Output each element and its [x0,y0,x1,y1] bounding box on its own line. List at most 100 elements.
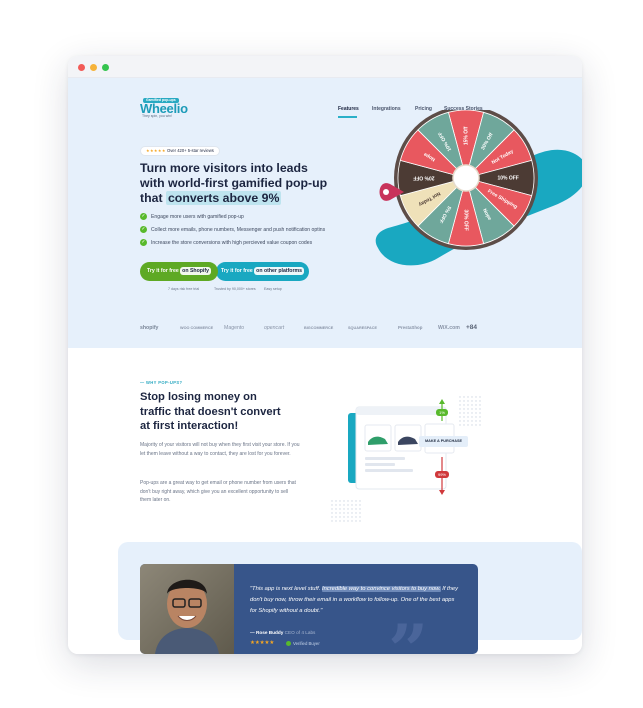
grid-dot [471,416,473,418]
grid-dot [475,412,477,414]
grid-dot [355,516,357,518]
grid-dot [359,516,361,518]
trust-trial: 7 days risk free trial [168,287,200,291]
author-name: — Rose Buddy [250,630,284,635]
grid-dot [463,396,465,398]
avatar [155,579,219,654]
customer-photo [140,564,234,654]
wheel-pointer-dot [383,189,389,195]
grid-dot [339,500,341,502]
grid-dot [347,516,349,518]
quote-mark-icon: ” [388,609,429,655]
testimonial-stars: ★★★★★ [250,640,275,646]
grid-dot [335,516,337,518]
grid-dot [351,516,353,518]
grid-dot [467,404,469,406]
placeholder-line [365,457,405,460]
nav-features[interactable]: Features [338,106,359,112]
close-window-dot[interactable] [78,64,85,71]
platform-wix: WiX.com [438,325,460,331]
grid-dot [471,420,473,422]
verified-check-icon [286,641,291,647]
browser-mock-bar [356,407,446,415]
grid-dot [479,400,481,402]
hero-headline: Turn more visitors into leads with world… [140,161,340,206]
grid-dot [471,424,473,426]
headline-line-3: that [140,191,163,205]
grid-dot [463,400,465,402]
grid-dot [343,500,345,502]
make-purchase-tag: MAKE A PURCHASE [419,436,468,447]
grid-dot [355,512,357,514]
grid-dot [347,504,349,506]
browser-chrome [68,56,582,78]
grid-dot [459,420,461,422]
grid-dot [471,408,473,410]
trust-stores: Trusted by 90,000+ stores [214,287,256,291]
platform-prestashop: PrestaShop [398,325,423,330]
grid-dot [331,520,333,522]
minimize-window-dot[interactable] [90,64,97,71]
wheel-segment-label: 30% OFF [463,209,469,230]
try-shopify-button[interactable]: Try it for free on Shopify [140,262,218,281]
headline-line-1: Turn more visitors into leads [140,161,308,175]
grid-dot [347,500,349,502]
try-other-platforms-button[interactable]: Try it for free on other platforms [216,262,309,281]
grid-dot [343,520,345,522]
grid-dot [467,420,469,422]
grid-dot [479,416,481,418]
why-popups-section: — WHY POP-UPS? Stop losing money on traf… [68,348,582,654]
grid-dot [459,424,461,426]
grid-dot [475,396,477,398]
grid-dot [459,408,461,410]
verified-badge: Verified Buyer [286,641,320,647]
grid-dot [355,508,357,510]
maximize-window-dot[interactable] [102,64,109,71]
grid-dot [335,504,337,506]
grid-dot [359,508,361,510]
section-paragraph-1: Majority of your visitors will not buy w… [140,442,300,457]
quote-highlight: Incredible way to convince visitors to b… [322,586,441,592]
grid-dot [467,400,469,402]
grid-dot [475,424,477,426]
wheel-segment-label: 15% Off [463,126,469,145]
pct-up-text: 1% [439,410,445,415]
check-icon: ✓ [140,213,147,220]
grid-dot [479,408,481,410]
grid-dot [463,404,465,406]
platform-shopify: shopify [140,325,159,331]
platforms-more-count: +84 [466,324,478,331]
browser-window: Gamified pop-ups Wheelio They spin, you … [68,56,582,654]
check-icon: ✓ [140,239,147,246]
grid-dot [479,396,481,398]
grid-dot [475,416,477,418]
trust-setup: Easy setup [264,287,282,291]
grid-dot [331,504,333,506]
grid-dot [459,412,461,414]
grid-dot [463,412,465,414]
grid-dot [343,516,345,518]
grid-dot [471,396,473,398]
grid-dot [351,512,353,514]
logo[interactable]: Gamified pop-ups Wheelio They spin, you … [140,98,192,118]
grid-dot [479,404,481,406]
grid-dot [463,408,465,410]
purchase-flow-illustration: 1% 99% [331,396,481,522]
grid-dot [351,508,353,510]
grid-dot [331,508,333,510]
grid-dot [355,520,357,522]
grid-dot [467,408,469,410]
grid-dot [479,412,481,414]
headline-highlight: converts above 9% [165,191,282,205]
headline-line-2: with world-first gamified pop-up [140,176,328,190]
grid-dot [335,500,337,502]
grid-dot [339,520,341,522]
testimonial-card: "This app is next level stuff. Incredibl… [140,564,478,654]
feature-item: ✓ Collect more emails, phone numbers, Mes… [140,226,325,233]
grid-dot [479,420,481,422]
spin-wheel-graphic: 15% Off 30% OffNot Today10% OFFFree Shipp… [375,110,582,266]
arrow-up-icon [439,399,445,404]
quote-part-1: "This app is next level stuff. [250,586,321,592]
section-paragraph-2: Pop-ups are a great way to get email or … [140,480,296,503]
grid-dot [339,512,341,514]
